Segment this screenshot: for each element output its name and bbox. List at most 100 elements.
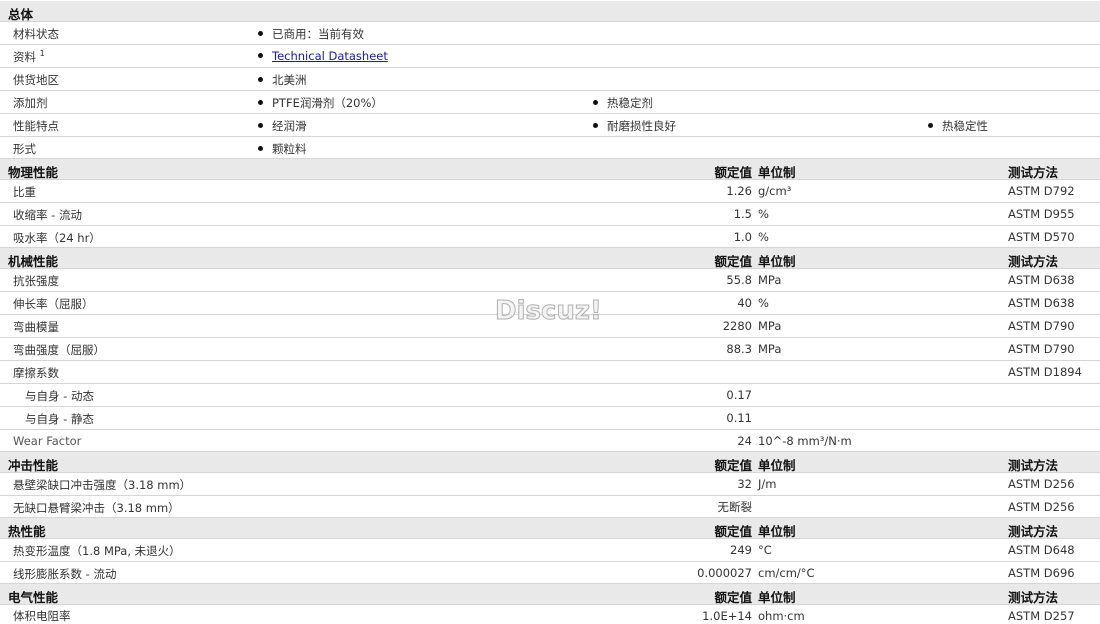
row-label: 资料 1: [13, 49, 45, 64]
property-label: 弯曲模量: [13, 320, 59, 334]
property-value: 0.17: [726, 388, 752, 402]
test-method: ASTM D648: [1008, 543, 1075, 557]
test-method: ASTM D792: [1008, 184, 1075, 198]
bullet-item: 热稳定性: [928, 118, 988, 134]
property-unit: cm/cm/°C: [758, 566, 815, 580]
col-header-value: 额定值: [714, 254, 752, 269]
section-header-general: 总体: [0, 1, 1100, 22]
bullet-item: Technical Datasheet: [258, 49, 388, 63]
test-method: ASTM D696: [1008, 566, 1075, 580]
property-value: 1.0: [733, 230, 752, 244]
test-method: ASTM D955: [1008, 207, 1075, 221]
table-row: 体积电阻率 1.0E+14 ohm·cm ASTM D257: [0, 605, 1100, 624]
section-title: 冲击性能: [8, 458, 59, 473]
bullet-item: 北美洲: [258, 72, 307, 88]
general-row-form: 形式 颗粒料: [0, 137, 1100, 159]
row-label: 材料状态: [13, 27, 59, 41]
property-label: 摩擦系数: [13, 366, 59, 380]
section-header-thermal: 热性能 额定值 单位制 测试方法: [0, 518, 1100, 539]
test-method: ASTM D257: [1008, 609, 1075, 623]
test-method: ASTM D570: [1008, 230, 1075, 244]
property-label: 与自身 - 静态: [25, 412, 94, 426]
property-unit: 10^-8 mm³/N·m: [758, 434, 852, 448]
table-row: 无缺口悬臂梁冲击（3.18 mm） 无断裂 ASTM D256: [0, 496, 1100, 518]
property-unit: g/cm³: [758, 184, 792, 198]
bullet-icon: [258, 77, 263, 82]
bullet-icon: [258, 53, 263, 58]
property-value: 0.000027: [697, 566, 752, 580]
property-label: 悬壁梁缺口冲击强度（3.18 mm）: [13, 478, 192, 492]
table-row: 收缩率 - 流动 1.5 % ASTM D955: [0, 203, 1100, 226]
section-title: 物理性能: [8, 165, 59, 180]
property-label: 与自身 - 动态: [25, 389, 94, 403]
table-row: 摩擦系数 ASTM D1894: [0, 361, 1100, 384]
col-header-unit: 单位制: [758, 524, 796, 539]
table-row: 吸水率（24 hr） 1.0 % ASTM D570: [0, 226, 1100, 248]
col-header-value: 额定值: [714, 590, 752, 605]
property-value: 40: [737, 296, 752, 310]
property-value: 249: [730, 543, 752, 557]
property-unit: MPa: [758, 273, 782, 287]
property-unit: MPa: [758, 342, 782, 356]
property-label: Wear Factor: [13, 434, 82, 448]
section-header-mechanical: 机械性能 额定值 单位制 测试方法: [0, 248, 1100, 269]
bullet-icon: [928, 123, 933, 128]
test-method: ASTM D1894: [1008, 365, 1082, 379]
bullet-item: 耐磨损性良好: [593, 118, 676, 134]
general-row-features: 性能特点 经润滑 耐磨损性良好 热稳定性: [0, 114, 1100, 137]
table-row: 抗张强度 55.8 MPa ASTM D638: [0, 269, 1100, 292]
property-label: 线形膨胀系数 - 流动: [13, 567, 117, 581]
section-title: 热性能: [8, 524, 46, 539]
general-row-region: 供货地区 北美洲: [0, 68, 1100, 91]
col-header-unit: 单位制: [758, 165, 796, 180]
property-label: 弯曲强度（屈服）: [13, 343, 105, 357]
property-unit: %: [758, 207, 769, 221]
section-header-electrical: 电气性能 额定值 单位制 测试方法: [0, 584, 1100, 605]
col-header-method: 测试方法: [1008, 590, 1059, 605]
bullet-icon: [258, 100, 263, 105]
property-label: 收缩率 - 流动: [13, 208, 82, 222]
technical-datasheet-link[interactable]: Technical Datasheet: [272, 49, 388, 63]
property-unit: °C: [758, 543, 772, 557]
col-header-value: 额定值: [714, 458, 752, 473]
row-label: 添加剂: [13, 96, 48, 110]
property-unit: MPa: [758, 319, 782, 333]
test-method: ASTM D638: [1008, 273, 1075, 287]
test-method: ASTM D790: [1008, 319, 1075, 333]
table-row: 悬壁梁缺口冲击强度（3.18 mm） 32 J/m ASTM D256: [0, 473, 1100, 496]
col-header-unit: 单位制: [758, 590, 796, 605]
property-value: 1.5: [733, 207, 752, 221]
section-title: 机械性能: [8, 254, 59, 269]
col-header-method: 测试方法: [1008, 165, 1059, 180]
test-method: ASTM D790: [1008, 342, 1075, 356]
general-row-additive: 添加剂 PTFE润滑剂（20%） 热稳定剂: [0, 91, 1100, 114]
table-row: 比重 1.26 g/cm³ ASTM D792: [0, 180, 1100, 203]
table-row: 弯曲强度（屈服） 88.3 MPa ASTM D790: [0, 338, 1100, 361]
property-value: 88.3: [726, 342, 752, 356]
bullet-item: 颗粒料: [258, 141, 307, 157]
col-header-method: 测试方法: [1008, 524, 1059, 539]
general-row-status: 材料状态 已商用：当前有效: [0, 22, 1100, 45]
property-value: 2280: [722, 319, 752, 333]
bullet-item: PTFE润滑剂（20%）: [258, 95, 383, 111]
row-label: 形式: [13, 142, 36, 156]
col-header-value: 额定值: [714, 165, 752, 180]
bullet-item: 热稳定剂: [593, 95, 653, 111]
test-method: ASTM D256: [1008, 500, 1075, 514]
bullet-icon: [593, 123, 598, 128]
property-value: 55.8: [726, 273, 752, 287]
col-header-unit: 单位制: [758, 254, 796, 269]
section-title: 总体: [8, 7, 34, 22]
table-row: 与自身 - 静态 0.11: [0, 407, 1100, 430]
property-label: 抗张强度: [13, 274, 59, 288]
bullet-item: 经润滑: [258, 118, 307, 134]
table-row: Wear Factor 24 10^-8 mm³/N·m: [0, 430, 1100, 452]
discuz-watermark: Discuz!: [495, 296, 603, 327]
bullet-item: 已商用：当前有效: [258, 26, 364, 42]
property-label: 体积电阻率: [13, 609, 71, 623]
bullet-icon: [593, 100, 598, 105]
row-label: 供货地区: [13, 73, 59, 87]
property-label: 吸水率（24 hr）: [13, 231, 101, 245]
property-value: 1.26: [726, 184, 752, 198]
property-value: 24: [737, 434, 752, 448]
